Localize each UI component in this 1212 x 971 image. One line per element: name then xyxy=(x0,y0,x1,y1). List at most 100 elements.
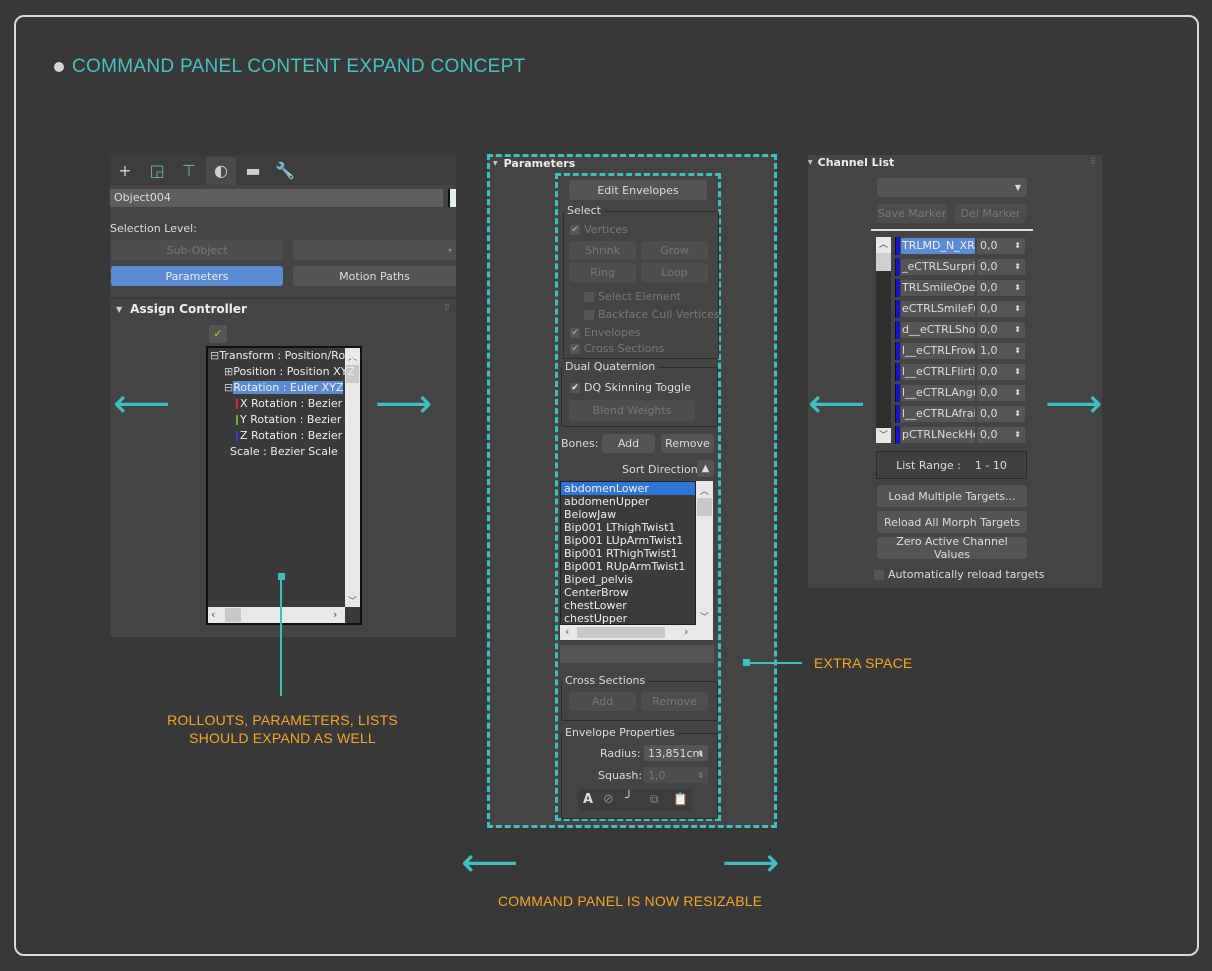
falloff-curve-icon[interactable]: ╯ xyxy=(625,791,633,806)
bones-remove-button[interactable]: Remove xyxy=(661,434,714,453)
scroll-right-icon[interactable]: › xyxy=(684,625,688,638)
channel-name-button[interactable]: l__eCTRLFlirting xyxy=(901,364,975,380)
bones-list[interactable]: abdomenLower abdomenUpper BelowJaw Bip001 L… xyxy=(560,481,696,625)
channel-value-spinner[interactable]: 0,0 ⬍ xyxy=(977,427,1025,443)
scroll-up-icon[interactable]: ︿ xyxy=(700,484,709,497)
channel-value-spinner[interactable]: 0,0 ⬍ xyxy=(977,322,1025,338)
ring-button[interactable]: Ring xyxy=(569,263,636,282)
plus-icon[interactable]: + xyxy=(110,157,140,185)
channel-name-button[interactable]: l__eCTRLAngry xyxy=(901,385,975,401)
bone-name-field[interactable] xyxy=(560,645,714,663)
del-marker-button[interactable]: Del Marker xyxy=(955,204,1026,223)
spinner-arrows-icon[interactable]: ⬍ xyxy=(1014,238,1021,254)
display-icon[interactable]: ▬ xyxy=(238,157,268,185)
tree-node[interactable]: Y Rotation : Bezier F xyxy=(236,413,351,426)
scroll-up-icon[interactable]: ︿ xyxy=(876,237,891,253)
channel-value-spinner[interactable]: 0,0 ⬍ xyxy=(977,280,1025,296)
channel-name-button[interactable]: eCTRLSmileFullF xyxy=(901,301,975,317)
expand-icon[interactable]: ⊞ xyxy=(224,365,233,378)
modify-icon[interactable]: ◲ xyxy=(142,157,172,185)
channel-row[interactable]: _eCTRLSurprise 0,0 ⬍ xyxy=(895,258,1030,276)
spinner-arrows-icon[interactable]: ⬍ xyxy=(1014,259,1021,275)
tree-node[interactable]: Scale : Bezier Scale xyxy=(224,445,338,458)
list-item[interactable]: Bip001 RThighTwist1 xyxy=(561,547,695,560)
spinner-arrows-icon[interactable]: ⬍ xyxy=(1014,364,1021,380)
list-item[interactable]: BelowJaw xyxy=(561,508,695,521)
channel-row[interactable]: d__eCTRLShock 0,0 ⬍ xyxy=(895,321,1030,339)
channel-row[interactable]: l__eCTRLAngry 0,0 ⬍ xyxy=(895,384,1030,402)
cross-sections-add-button[interactable]: Add xyxy=(569,692,636,711)
channel-value-spinner[interactable]: 0,0 ⬍ xyxy=(977,364,1025,380)
channel-name-button[interactable]: _eCTRLSurprise xyxy=(901,259,975,275)
tree-node[interactable]: ⊟Rotation : Euler XYZ xyxy=(224,381,344,394)
channel-name-button[interactable]: d__eCTRLShock xyxy=(901,322,975,338)
grip-icon[interactable]: ⠿ xyxy=(1090,157,1096,166)
parameters-button[interactable]: Parameters xyxy=(111,266,283,286)
scroll-right-icon[interactable]: › xyxy=(333,608,337,621)
sub-object-button[interactable]: Sub-Object xyxy=(111,240,283,260)
tree-node[interactable]: Z Rotation : Bezier F xyxy=(236,429,352,442)
select-element-checkbox[interactable]: Select Element xyxy=(584,290,681,303)
hierarchy-icon[interactable]: ⊤ xyxy=(174,157,204,185)
list-item[interactable]: Bip001 LThighTwist1 xyxy=(561,521,695,534)
channel-row[interactable]: TRLSmileOpenFu 0,0 ⬍ xyxy=(895,279,1030,297)
scroll-thumb[interactable] xyxy=(697,498,712,516)
motion-icon[interactable]: ◐ xyxy=(206,157,236,185)
backface-cull-checkbox[interactable]: Backface Cull Vertices xyxy=(584,308,720,321)
absolute-icon[interactable]: A xyxy=(583,792,593,807)
spinner-arrows-icon[interactable]: ⬍ xyxy=(1014,406,1021,422)
vertices-checkbox[interactable]: ✔ Vertices xyxy=(570,223,628,236)
channel-value-spinner[interactable]: 0,0 ⬍ xyxy=(977,406,1025,422)
channel-row[interactable]: l__eCTRLFrown 1,0 ⬍ xyxy=(895,342,1030,360)
spinner-arrows-icon[interactable]: ⬍ xyxy=(697,771,704,780)
spinner-arrows-icon[interactable]: ⬍ xyxy=(1014,385,1021,401)
cross-sections-checkbox[interactable]: ✔ Cross Sections xyxy=(570,342,664,355)
radius-spinner[interactable]: 13,851cm ⬍ xyxy=(644,745,708,761)
list-item[interactable]: abdomenUpper xyxy=(561,495,695,508)
spinner-arrows-icon[interactable]: ⬍ xyxy=(1014,343,1021,359)
tree-node[interactable]: X Rotation : Bezier F xyxy=(236,397,352,410)
scroll-left-icon[interactable]: ‹ xyxy=(565,625,569,638)
list-item[interactable]: chestLower xyxy=(561,599,695,612)
shrink-button[interactable]: Shrink xyxy=(569,241,636,260)
loop-button[interactable]: Loop xyxy=(641,263,708,282)
channel-row[interactable]: l__eCTRLAfraid 0,0 ⬍ xyxy=(895,405,1030,423)
collapse-icon[interactable]: ⊟ xyxy=(224,381,233,394)
h-scroll-thumb[interactable] xyxy=(225,608,241,622)
assign-controller-rollout-header[interactable]: ▼ Assign Controller xyxy=(116,302,247,316)
list-item[interactable]: chestUpper xyxy=(561,612,695,624)
spinner-arrows-icon[interactable]: ⬍ xyxy=(1014,427,1021,443)
edit-envelopes-button[interactable]: Edit Envelopes xyxy=(569,180,707,200)
grow-button[interactable]: Grow xyxy=(641,241,708,260)
channel-name-button[interactable]: pCTRLNeckHea xyxy=(901,427,975,443)
object-color-swatch[interactable] xyxy=(448,189,456,207)
channel-row[interactable]: TRLMD_N_XRot 0,0 ⬍ xyxy=(895,237,1030,255)
channel-name-button[interactable]: l__eCTRLAfraid xyxy=(901,406,975,422)
channel-value-spinner[interactable]: 0,0 ⬍ xyxy=(977,238,1025,254)
object-name-field[interactable]: Object004 xyxy=(110,189,443,207)
sub-object-dropdown[interactable]: ▾ xyxy=(293,240,456,260)
squash-spinner[interactable]: 1,0 ⬍ xyxy=(644,767,708,783)
channel-row[interactable]: pCTRLNeckHea 0,0 ⬍ xyxy=(895,426,1030,444)
channel-value-spinner[interactable]: 1,0 ⬍ xyxy=(977,343,1025,359)
list-item[interactable]: Bip001 RUpArmTwist1 xyxy=(561,560,695,573)
list-item[interactable]: Biped_pelvis xyxy=(561,573,695,586)
tree-vertical-scrollbar[interactable] xyxy=(345,348,360,607)
paperclip-icon[interactable]: ⊘ xyxy=(603,792,614,807)
reload-all-morph-targets-button[interactable]: Reload All Morph Targets xyxy=(877,511,1027,533)
scroll-down-icon[interactable]: ﹀ xyxy=(348,594,357,607)
list-item[interactable]: Bip001 LUpArmTwist1 xyxy=(561,534,695,547)
collapse-icon[interactable]: ⊟ xyxy=(210,349,219,362)
channel-row[interactable]: l__eCTRLFlirting 0,0 ⬍ xyxy=(895,363,1030,381)
spinner-arrows-icon[interactable]: ⬍ xyxy=(697,749,704,758)
scroll-thumb[interactable] xyxy=(876,253,891,271)
channel-value-spinner[interactable]: 0,0 ⬍ xyxy=(977,385,1025,401)
h-scroll-thumb[interactable] xyxy=(577,627,665,638)
spinner-arrows-icon[interactable]: ⬍ xyxy=(1014,301,1021,317)
utilities-icon[interactable]: 🔧 xyxy=(270,157,300,185)
auto-reload-checkbox[interactable]: Automatically reload targets xyxy=(874,568,1045,581)
marker-dropdown[interactable]: ▼ xyxy=(877,178,1027,197)
parameters-rollout-header[interactable]: ▼ Parameters xyxy=(493,157,575,170)
save-marker-button[interactable]: Save Marker xyxy=(877,204,947,223)
spinner-arrows-icon[interactable]: ⬍ xyxy=(1014,280,1021,296)
